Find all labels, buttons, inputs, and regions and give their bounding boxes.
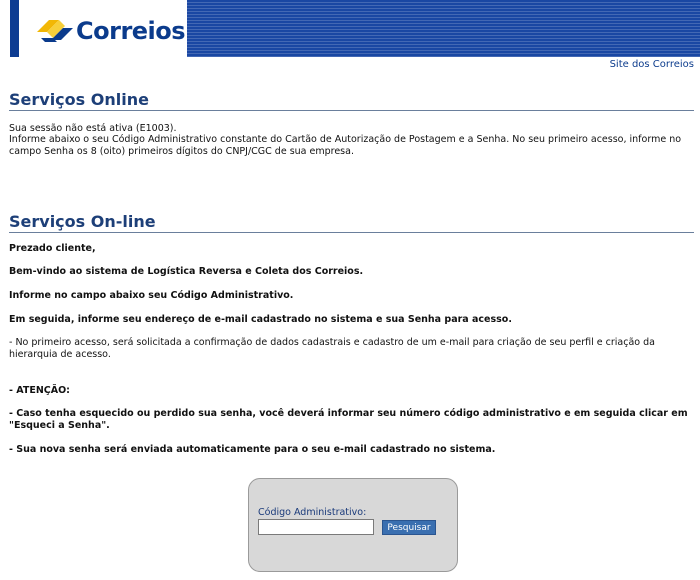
section-title-online-2: Serviços On-line — [9, 212, 694, 233]
section-title-online: Serviços Online — [9, 90, 694, 111]
correios-logo-icon — [37, 20, 73, 42]
inform-code-text: Informe no campo abaixo seu Código Admin… — [9, 290, 294, 301]
site-correios-link[interactable]: Site dos Correios — [610, 59, 694, 70]
logo-wordmark: Correios — [76, 17, 186, 45]
admin-code-input[interactable] — [258, 519, 374, 535]
forgot-password-text: - Caso tenha esquecido ou perdido sua se… — [9, 408, 688, 431]
instructions-text: Informe abaixo o seu Código Administrati… — [9, 134, 682, 157]
search-button[interactable]: Pesquisar — [382, 520, 436, 535]
header-pattern-bar — [187, 0, 700, 57]
admin-code-label: Código Administrativo: — [258, 507, 367, 518]
first-access-text: - No primeiro acesso, será solicitada a … — [9, 337, 655, 360]
login-box: Código Administrativo: Pesquisar — [248, 478, 458, 572]
header-banner: Correios — [0, 0, 700, 57]
new-password-text: - Sua nova senha será enviada automatica… — [9, 444, 496, 455]
header-left-stripe — [10, 0, 19, 57]
attention-text: - ATENÇÃO: — [9, 385, 70, 396]
inform-email-text: Em seguida, informe seu endereço de e-ma… — [9, 314, 512, 325]
welcome-text: Bem-vindo ao sistema de Logística Revers… — [9, 266, 364, 277]
page: Correios Site dos Correios Serviços Onli… — [0, 0, 700, 580]
greeting-text: Prezado cliente, — [9, 243, 96, 254]
